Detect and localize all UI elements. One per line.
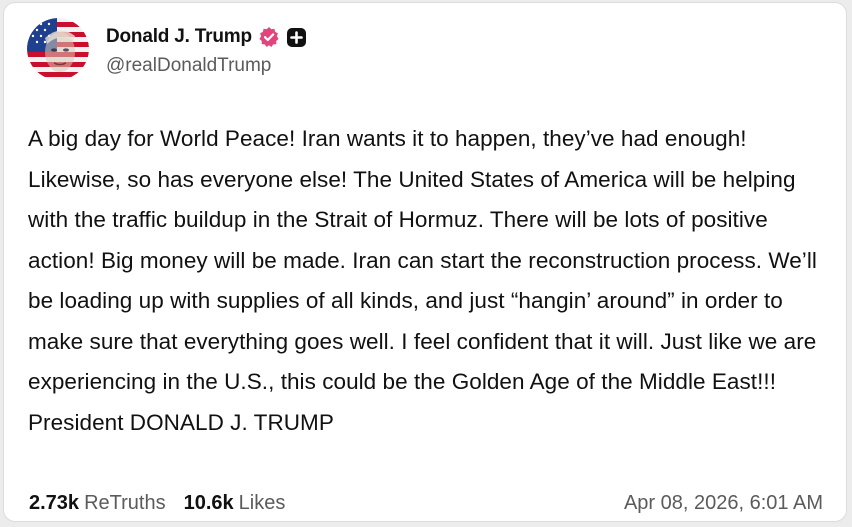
plus-badge-icon	[286, 27, 307, 48]
likes-count: 10.6k	[183, 492, 234, 514]
author-name-row: Donald J. Trump	[106, 23, 307, 51]
likes-label: Likes	[238, 492, 286, 514]
author-handle[interactable]: @realDonaldTrump	[106, 55, 271, 77]
retruths-count: 2.73k	[29, 492, 80, 514]
post-card: Donald J. Trump @realDonaldTrump A big d…	[3, 2, 847, 522]
post-text: A big day for World Peace! Iran wants it…	[28, 126, 817, 435]
post-timestamp[interactable]: Apr 08, 2026, 6:01 AM	[624, 492, 823, 515]
avatar[interactable]	[27, 18, 89, 80]
post-stats: 2.73k ReTruths 10.6k Likes	[29, 492, 285, 515]
retruths-label: ReTruths	[84, 492, 166, 514]
verified-badge-icon	[258, 26, 280, 48]
retruths-stat[interactable]: 2.73k ReTruths	[29, 492, 166, 515]
author-display-name[interactable]: Donald J. Trump	[106, 26, 252, 48]
likes-stat[interactable]: 10.6k Likes	[184, 492, 286, 515]
